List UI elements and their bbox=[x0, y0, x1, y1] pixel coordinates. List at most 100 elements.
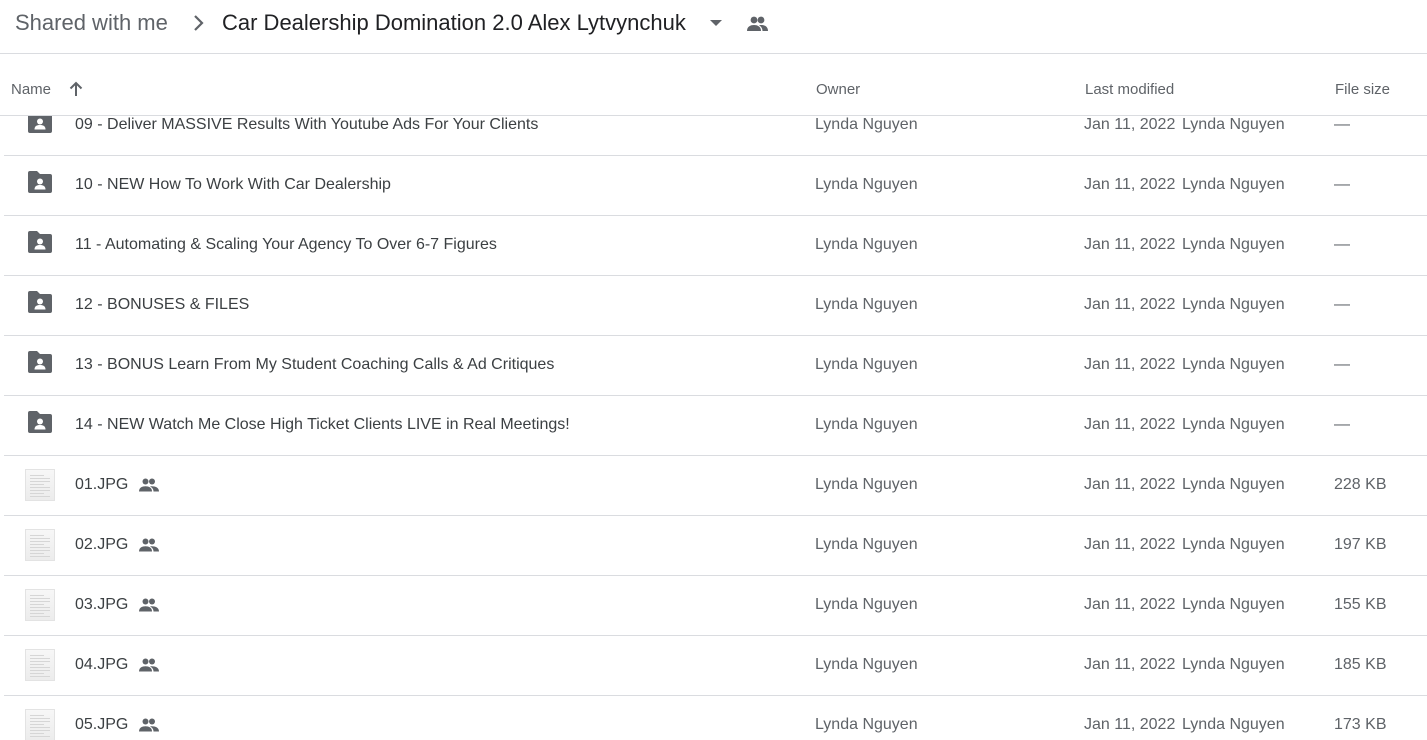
file-size-cell: — bbox=[1334, 176, 1350, 193]
file-size-cell: — bbox=[1334, 296, 1350, 313]
file-size-cell: — bbox=[1334, 416, 1350, 433]
folder-row[interactable]: 11 - Automating & Scaling Your Agency To… bbox=[4, 215, 1427, 276]
file-size-cell: — bbox=[1334, 236, 1350, 253]
breadcrumb-shared-with-me[interactable]: Shared with me bbox=[15, 9, 168, 37]
file-size-cell: 185 KB bbox=[1334, 656, 1387, 673]
item-name: 01.JPG bbox=[75, 476, 129, 493]
modified-date: Jan 11, 2022 bbox=[1084, 296, 1176, 313]
owner-cell: Lynda Nguyen bbox=[815, 716, 918, 733]
column-header-last-modified[interactable]: Last modified bbox=[1085, 81, 1174, 99]
shared-people-icon bbox=[139, 598, 159, 612]
modified-date: Jan 11, 2022 bbox=[1084, 116, 1176, 133]
thumbnail-line bbox=[30, 484, 44, 485]
item-name: 11 - Automating & Scaling Your Agency To… bbox=[75, 236, 497, 253]
modified-by: Lynda Nguyen bbox=[1182, 716, 1285, 733]
breadcrumb: Shared with me Car Dealership Domination… bbox=[0, 0, 1427, 54]
owner-cell: Lynda Nguyen bbox=[815, 116, 918, 133]
shared-people-icon[interactable] bbox=[746, 14, 770, 34]
modified-date: Jan 11, 2022 bbox=[1084, 596, 1176, 613]
thumbnail-line bbox=[30, 481, 50, 482]
thumbnail-line bbox=[30, 604, 44, 605]
thumbnail-line bbox=[30, 616, 50, 617]
thumbnail-line bbox=[30, 727, 50, 728]
owner-cell: Lynda Nguyen bbox=[815, 296, 918, 313]
column-header-file-size[interactable]: File size bbox=[1335, 81, 1390, 99]
owner-cell: Lynda Nguyen bbox=[815, 596, 918, 613]
modified-date: Jan 11, 2022 bbox=[1084, 356, 1176, 373]
thumbnail-line bbox=[30, 496, 50, 497]
column-header-owner[interactable]: Owner bbox=[816, 81, 860, 99]
shared-folder-icon bbox=[28, 291, 52, 313]
thumbnail-line bbox=[30, 670, 50, 671]
thumbnail-line bbox=[30, 550, 50, 551]
owner-cell: Lynda Nguyen bbox=[815, 416, 918, 433]
thumbnail-line bbox=[30, 658, 50, 659]
thumbnail-line bbox=[30, 595, 44, 596]
shared-people-icon bbox=[139, 478, 159, 492]
thumbnail-line bbox=[30, 607, 50, 608]
column-header-name[interactable]: Name bbox=[11, 81, 51, 99]
thumbnail-line bbox=[30, 655, 44, 656]
shared-people-icon bbox=[139, 718, 159, 732]
thumbnail-line bbox=[30, 715, 44, 716]
thumbnail-line bbox=[30, 556, 50, 557]
thumbnail-line bbox=[30, 667, 50, 668]
thumbnail-line bbox=[30, 535, 44, 536]
breadcrumb-current-folder[interactable]: Car Dealership Domination 2.0 Alex Lytvy… bbox=[222, 9, 686, 37]
thumbnail-line bbox=[30, 721, 50, 722]
file-size-cell: 173 KB bbox=[1334, 716, 1387, 733]
column-headers: Name Owner Last modified File size bbox=[0, 54, 1427, 116]
image-thumbnail bbox=[25, 709, 55, 740]
shared-folder-icon bbox=[28, 171, 52, 193]
chevron-right-icon bbox=[194, 15, 204, 31]
thumbnail-line bbox=[30, 478, 50, 479]
shared-folder-icon bbox=[28, 411, 52, 433]
modified-by: Lynda Nguyen bbox=[1182, 416, 1285, 433]
thumbnail-line bbox=[30, 724, 44, 725]
image-thumbnail bbox=[25, 469, 55, 501]
thumbnail-line bbox=[30, 673, 44, 674]
modified-by: Lynda Nguyen bbox=[1182, 296, 1285, 313]
file-row[interactable]: 05.JPG Lynda Nguyen Jan 11, 2022 Lynda Nguy… bbox=[4, 695, 1427, 740]
folder-row[interactable]: 12 - BONUSES & FILES Lynda Nguyen Jan 11, … bbox=[4, 275, 1427, 336]
owner-cell: Lynda Nguyen bbox=[815, 236, 918, 253]
sort-ascending-arrow-icon[interactable] bbox=[67, 80, 85, 98]
item-name: 13 - BONUS Learn From My Student Coachin… bbox=[75, 356, 555, 373]
item-name: 03.JPG bbox=[75, 596, 129, 613]
image-thumbnail bbox=[25, 649, 55, 681]
modified-date: Jan 11, 2022 bbox=[1084, 656, 1176, 673]
thumbnail-line bbox=[30, 493, 44, 494]
item-name: 10 - NEW How To Work With Car Dealership bbox=[75, 176, 391, 193]
modified-by: Lynda Nguyen bbox=[1182, 176, 1285, 193]
modified-date: Jan 11, 2022 bbox=[1084, 716, 1176, 733]
file-row[interactable]: 01.JPG Lynda Nguyen Jan 11, 2022 Lynda Nguy… bbox=[4, 455, 1427, 516]
folder-row[interactable]: 14 - NEW Watch Me Close High Ticket Clie… bbox=[4, 395, 1427, 456]
thumbnail-line bbox=[30, 736, 50, 737]
modified-by: Lynda Nguyen bbox=[1182, 236, 1285, 253]
thumbnail-line bbox=[30, 544, 44, 545]
thumbnail-line bbox=[30, 598, 50, 599]
shared-people-icon bbox=[139, 658, 159, 672]
owner-cell: Lynda Nguyen bbox=[815, 176, 918, 193]
item-name: 04.JPG bbox=[75, 656, 129, 673]
thumbnail-line bbox=[30, 541, 50, 542]
thumbnail-line bbox=[30, 490, 50, 491]
drive-file-list-page: Shared with me Car Dealership Domination… bbox=[0, 0, 1427, 740]
thumbnail-line bbox=[30, 730, 50, 731]
thumbnail-line bbox=[30, 610, 50, 611]
thumbnail-line bbox=[30, 487, 50, 488]
file-row[interactable]: 04.JPG Lynda Nguyen Jan 11, 2022 Lynda Nguy… bbox=[4, 635, 1427, 696]
file-size-cell: 228 KB bbox=[1334, 476, 1387, 493]
folder-row[interactable]: 13 - BONUS Learn From My Student Coachin… bbox=[4, 335, 1427, 396]
shared-folder-icon bbox=[28, 351, 52, 373]
file-size-cell: — bbox=[1334, 356, 1350, 373]
owner-cell: Lynda Nguyen bbox=[815, 656, 918, 673]
folder-row[interactable]: 10 - NEW How To Work With Car Dealership… bbox=[4, 155, 1427, 216]
file-row[interactable]: 03.JPG Lynda Nguyen Jan 11, 2022 Lynda Nguy… bbox=[4, 575, 1427, 636]
thumbnail-line bbox=[30, 661, 50, 662]
caret-down-icon[interactable] bbox=[708, 17, 724, 29]
modified-by: Lynda Nguyen bbox=[1182, 116, 1285, 133]
file-row[interactable]: 02.JPG Lynda Nguyen Jan 11, 2022 Lynda Nguy… bbox=[4, 515, 1427, 576]
modified-by: Lynda Nguyen bbox=[1182, 536, 1285, 553]
image-thumbnail bbox=[25, 589, 55, 621]
